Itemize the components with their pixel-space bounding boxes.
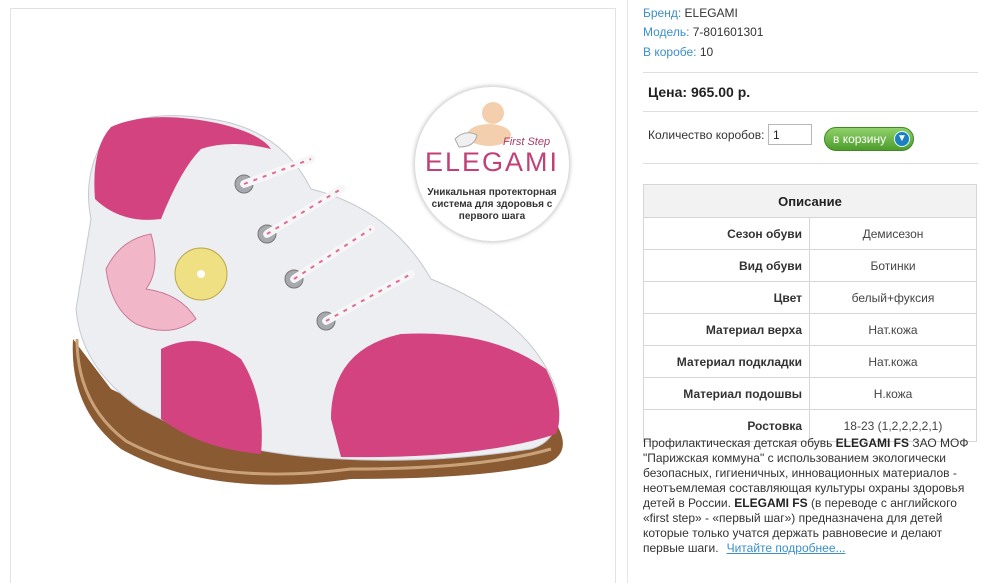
divider — [643, 72, 978, 73]
add-to-cart-label: в корзину — [833, 132, 887, 146]
description: Профилактическая детская обувь ELEGAMI F… — [643, 436, 983, 556]
table-row: Материал подкладки Нат.кожа — [643, 345, 977, 378]
price: Цена: 965.00 р. — [648, 84, 751, 100]
box-label: В коробе: — [643, 45, 697, 59]
badge-tagline-2: система для здоровья с — [431, 199, 553, 210]
product-photo[interactable]: First Step ELEGAMI Уникальная протекторн… — [10, 8, 616, 583]
spec-value: Ботинки — [809, 249, 977, 282]
model-label: Модель: — [643, 25, 690, 39]
specs-title: Описание — [643, 184, 977, 218]
spec-value: белый+фуксия — [809, 281, 977, 314]
badge-tagline-3: первого шага — [458, 211, 526, 222]
badge-tagline-1: Уникальная протекторная — [427, 187, 557, 198]
description-brand: ELEGAMI FS — [835, 436, 909, 450]
spec-value: Демисезон — [809, 217, 977, 250]
cart-icon: ▼ — [894, 131, 910, 147]
product-info: Бренд: ELEGAMI Модель: 7-801601301 В кор… — [628, 0, 983, 583]
brand-line: Бренд: ELEGAMI — [643, 6, 738, 20]
model-value: 7-801601301 — [692, 25, 764, 39]
table-row: Материал подошвы Н.кожа — [643, 377, 977, 410]
spec-label: Материал верха — [643, 313, 810, 346]
spec-label: Материал подкладки — [643, 345, 810, 378]
quantity-input[interactable] — [768, 124, 812, 145]
spec-value: Н.кожа — [809, 377, 977, 410]
description-text: Профилактическая детская обувь — [643, 436, 836, 450]
table-row: Цвет белый+фуксия — [643, 281, 977, 314]
brand-value: ELEGAMI — [684, 6, 738, 20]
spec-label: Цвет — [643, 281, 810, 314]
specs-table: Описание Сезон обуви Демисезон Вид обуви Б… — [643, 184, 977, 442]
model-line: Модель: 7-801601301 — [643, 25, 763, 39]
box-line: В коробе: 10 — [643, 45, 713, 59]
brand-badge: First Step ELEGAMI Уникальная протекторн… — [414, 86, 570, 242]
divider — [643, 111, 978, 112]
box-value: 10 — [699, 45, 714, 59]
table-row: Вид обуви Ботинки — [643, 249, 977, 282]
badge-brand: ELEGAMI — [424, 147, 560, 177]
spec-label: Материал подошвы — [643, 377, 810, 410]
add-to-cart-button[interactable]: в корзину ▼ — [824, 127, 914, 151]
description-brand: ELEGAMI FS — [734, 496, 808, 510]
table-row: Материал верха Нат.кожа — [643, 313, 977, 346]
quantity-label: Количество коробов: — [648, 128, 765, 142]
spec-label: Вид обуви — [643, 249, 810, 282]
spec-value: Нат.кожа — [809, 313, 977, 346]
brand-label: Бренд: — [643, 6, 682, 20]
spec-label: Сезон обуви — [643, 217, 810, 250]
spec-value: Нат.кожа — [809, 345, 977, 378]
read-more-link[interactable]: Читайте подробнее... — [727, 541, 846, 555]
table-row: Сезон обуви Демисезон — [643, 217, 977, 250]
divider — [643, 163, 978, 164]
